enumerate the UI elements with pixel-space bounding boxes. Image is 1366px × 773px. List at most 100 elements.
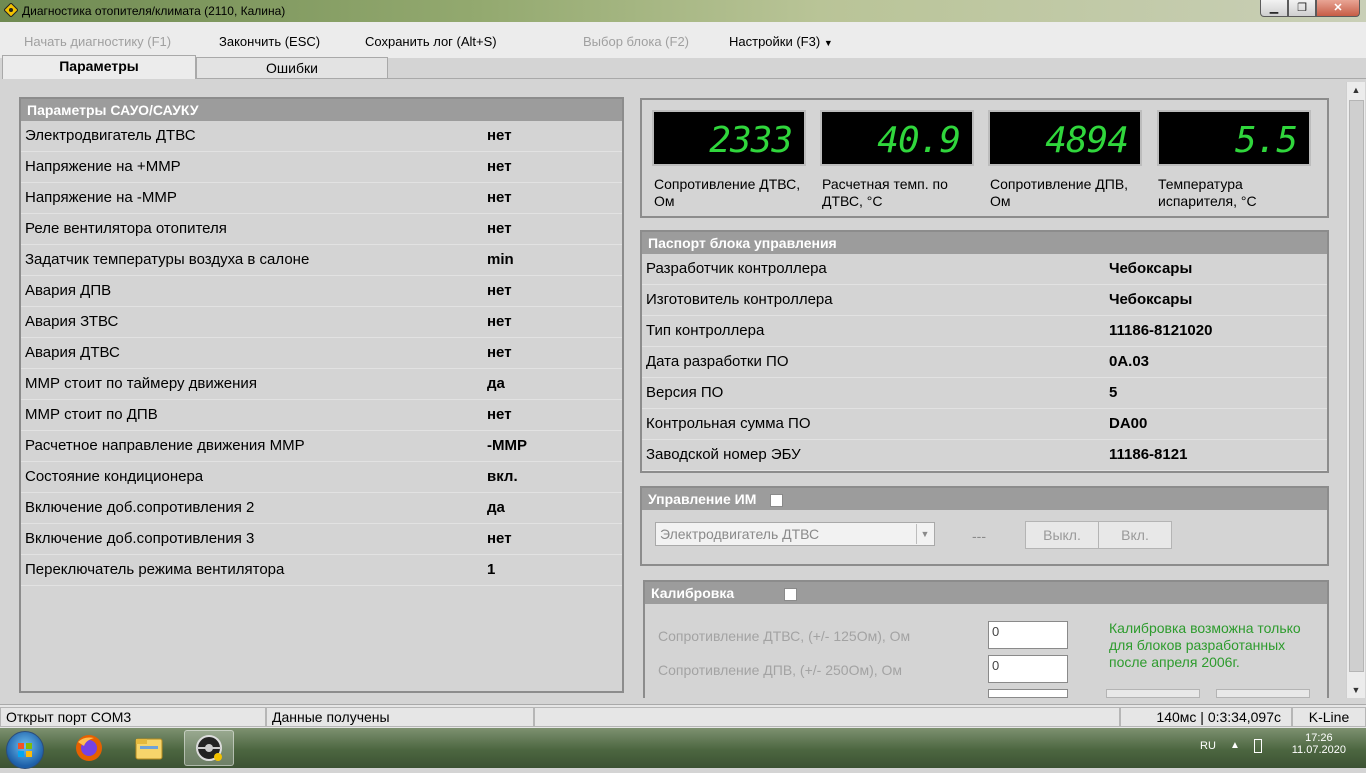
menu-start-diagnostics[interactable]: Начать диагностику (F1) — [24, 34, 171, 49]
param-row: Состояние кондиционера вкл. — [21, 462, 622, 493]
calib-dpv-input[interactable]: 0 — [988, 655, 1068, 683]
close-button[interactable]: ✕ — [1316, 0, 1360, 17]
gauge-dtvs-resistance: 2333 — [652, 110, 806, 166]
param-row-value: нет — [487, 127, 512, 144]
param-row: Расчетное направление движения ММР -ММР — [21, 431, 622, 462]
menu-settings[interactable]: Настройки (F3) ▼ — [729, 34, 833, 49]
params-panel-title: Параметры САУО/САУКУ — [21, 99, 622, 121]
calib-dtvs-input[interactable]: 0 — [988, 621, 1068, 649]
calib-button-1[interactable] — [1106, 689, 1200, 698]
taskbar: RU ▲ 17:26 11.07.2020 — [0, 728, 1366, 769]
title-bar: Диагностика отопителя/климата (2110, Кал… — [0, 0, 1366, 22]
param-row-label: Включение доб.сопротивления 3 — [25, 530, 255, 547]
chevron-down-icon: ▼ — [916, 524, 933, 544]
param-row: Авария ДПВ нет — [21, 276, 622, 307]
im-control-header: Управление ИМ — [642, 488, 1327, 510]
maximize-button[interactable]: ❐ — [1288, 0, 1316, 17]
actuator-select[interactable]: Электродвигатель ДТВС ▼ — [655, 522, 935, 546]
tray-language[interactable]: RU — [1200, 740, 1216, 752]
menu-save-log[interactable]: Сохранить лог (Alt+S) — [365, 34, 497, 49]
status-bar: Открыт порт COM3 Данные получены 140мс |… — [0, 704, 1366, 729]
param-row-value: нет — [487, 282, 512, 299]
param-row-label: Задатчик температуры воздуха в салоне — [25, 251, 310, 268]
param-row: Включение доб.сопротивления 2 да — [21, 493, 622, 524]
calibration-title: Калибровка — [651, 585, 735, 601]
calibration-checkbox[interactable] — [784, 587, 798, 601]
window-title: Диагностика отопителя/климата (2110, Кал… — [22, 4, 286, 18]
param-row-value: нет — [487, 189, 512, 206]
tray-clock[interactable]: 17:26 11.07.2020 — [1292, 732, 1346, 756]
calibration-note: Калибровка возможна только для блоков ра… — [1109, 620, 1301, 670]
battery-icon[interactable] — [1254, 739, 1262, 753]
actuator-state: --- — [972, 528, 986, 544]
param-row: Авария ЗТВС нет — [21, 307, 622, 338]
actuator-select-value: Электродвигатель ДТВС — [660, 526, 820, 542]
param-row-label: ММР стоит по таймеру движения — [25, 375, 257, 392]
passport-row-label: Разработчик контроллера — [646, 260, 827, 277]
im-control-checkbox[interactable] — [770, 493, 784, 507]
status-data: Данные получены — [266, 707, 534, 727]
param-row-value: нет — [487, 313, 512, 330]
param-row-value: нет — [487, 158, 512, 175]
passport-row-value: Чебоксары — [1109, 260, 1193, 277]
start-button[interactable] — [6, 731, 44, 769]
param-row-value: вкл. — [487, 468, 518, 485]
param-row-label: Расчетное направление движения ММР — [25, 437, 305, 454]
passport-row-label: Контрольная сумма ПО — [646, 415, 811, 432]
diagnostics-app-icon[interactable] — [184, 730, 234, 766]
folder-icon[interactable] — [124, 730, 174, 766]
minimize-button[interactable]: ▁ — [1260, 0, 1288, 17]
passport-row: Изготовитель контроллера Чебоксары — [642, 285, 1327, 316]
param-row: ММР стоит по ДПВ нет — [21, 400, 622, 431]
passport-row-label: Дата разработки ПО — [646, 353, 789, 370]
param-row-value: да — [487, 375, 505, 392]
tab-parameters[interactable]: Параметры — [2, 55, 196, 79]
param-row-label: Состояние кондиционера — [25, 468, 204, 485]
im-control-title: Управление ИМ — [648, 491, 757, 507]
scroll-thumb[interactable] — [1349, 100, 1364, 672]
passport-row-value: 11186-8121020 — [1109, 322, 1213, 339]
gauge-dtvs-temp: 40.9 — [820, 110, 974, 166]
on-button[interactable]: Вкл. — [1098, 521, 1172, 549]
param-row: Включение доб.сопротивления 3 нет — [21, 524, 622, 555]
passport-row: Контрольная сумма ПО DA00 — [642, 409, 1327, 440]
param-row-value: 1 — [487, 561, 496, 578]
off-button[interactable]: Выкл. — [1025, 521, 1099, 549]
calib-extra-input[interactable] — [988, 689, 1068, 698]
passport-row-value: DA00 — [1109, 415, 1148, 432]
gauge-label: Расчетная темп. по ДТВС, °С — [822, 176, 948, 209]
param-row-value: нет — [487, 220, 512, 237]
passport-row-label: Заводской номер ЭБУ — [646, 446, 801, 463]
passport-row-value: 5 — [1109, 384, 1118, 401]
param-row: Переключатель режима вентилятора 1 — [21, 555, 622, 586]
vertical-scrollbar[interactable]: ▲ ▼ — [1346, 82, 1365, 698]
status-port: Открыт порт COM3 — [0, 707, 266, 727]
param-row-label: ММР стоит по ДПВ — [25, 406, 158, 423]
param-row: Реле вентилятора отопителя нет — [21, 214, 622, 245]
tab-errors[interactable]: Ошибки — [196, 57, 388, 79]
passport-row: Разработчик контроллера Чебоксары — [642, 254, 1327, 285]
gauge-label: Сопротивление ДТВС, Ом — [654, 176, 801, 209]
passport-row-value: 11186-8121 — [1109, 446, 1188, 463]
gauge-dpv-resistance: 4894 — [988, 110, 1142, 166]
tray-time: 17:26 — [1305, 732, 1333, 744]
calib-button-2[interactable] — [1216, 689, 1310, 698]
passport-row: Дата разработки ПО 0A.03 — [642, 347, 1327, 378]
menu-finish[interactable]: Закончить (ESC) — [219, 34, 320, 49]
param-row-label: Авария ДТВС — [25, 344, 120, 361]
passport-row-label: Тип контроллера — [646, 322, 765, 339]
tray-arrow-icon[interactable]: ▲ — [1230, 740, 1240, 751]
param-row-label: Переключатель режима вентилятора — [25, 561, 285, 578]
scroll-up-icon[interactable]: ▲ — [1347, 82, 1365, 98]
passport-row: Тип контроллера 11186-8121020 — [642, 316, 1327, 347]
status-empty — [534, 707, 1120, 727]
calib-dtvs-label: Сопротивление ДТВС, (+/- 125Ом), Ом — [658, 628, 911, 644]
tab-divider — [388, 78, 1366, 79]
params-list: Электродвигатель ДТВС нет Напряжение на +М… — [21, 121, 622, 586]
param-row-label: Напряжение на +ММР — [25, 158, 181, 175]
menu-select-block[interactable]: Выбор блока (F2) — [583, 34, 689, 49]
params-panel: Параметры САУО/САУКУ Электродвигатель ДТ… — [19, 97, 624, 693]
scroll-down-icon[interactable]: ▼ — [1347, 682, 1365, 698]
passport-row-value: Чебоксары — [1109, 291, 1193, 308]
firefox-icon[interactable] — [64, 730, 114, 766]
